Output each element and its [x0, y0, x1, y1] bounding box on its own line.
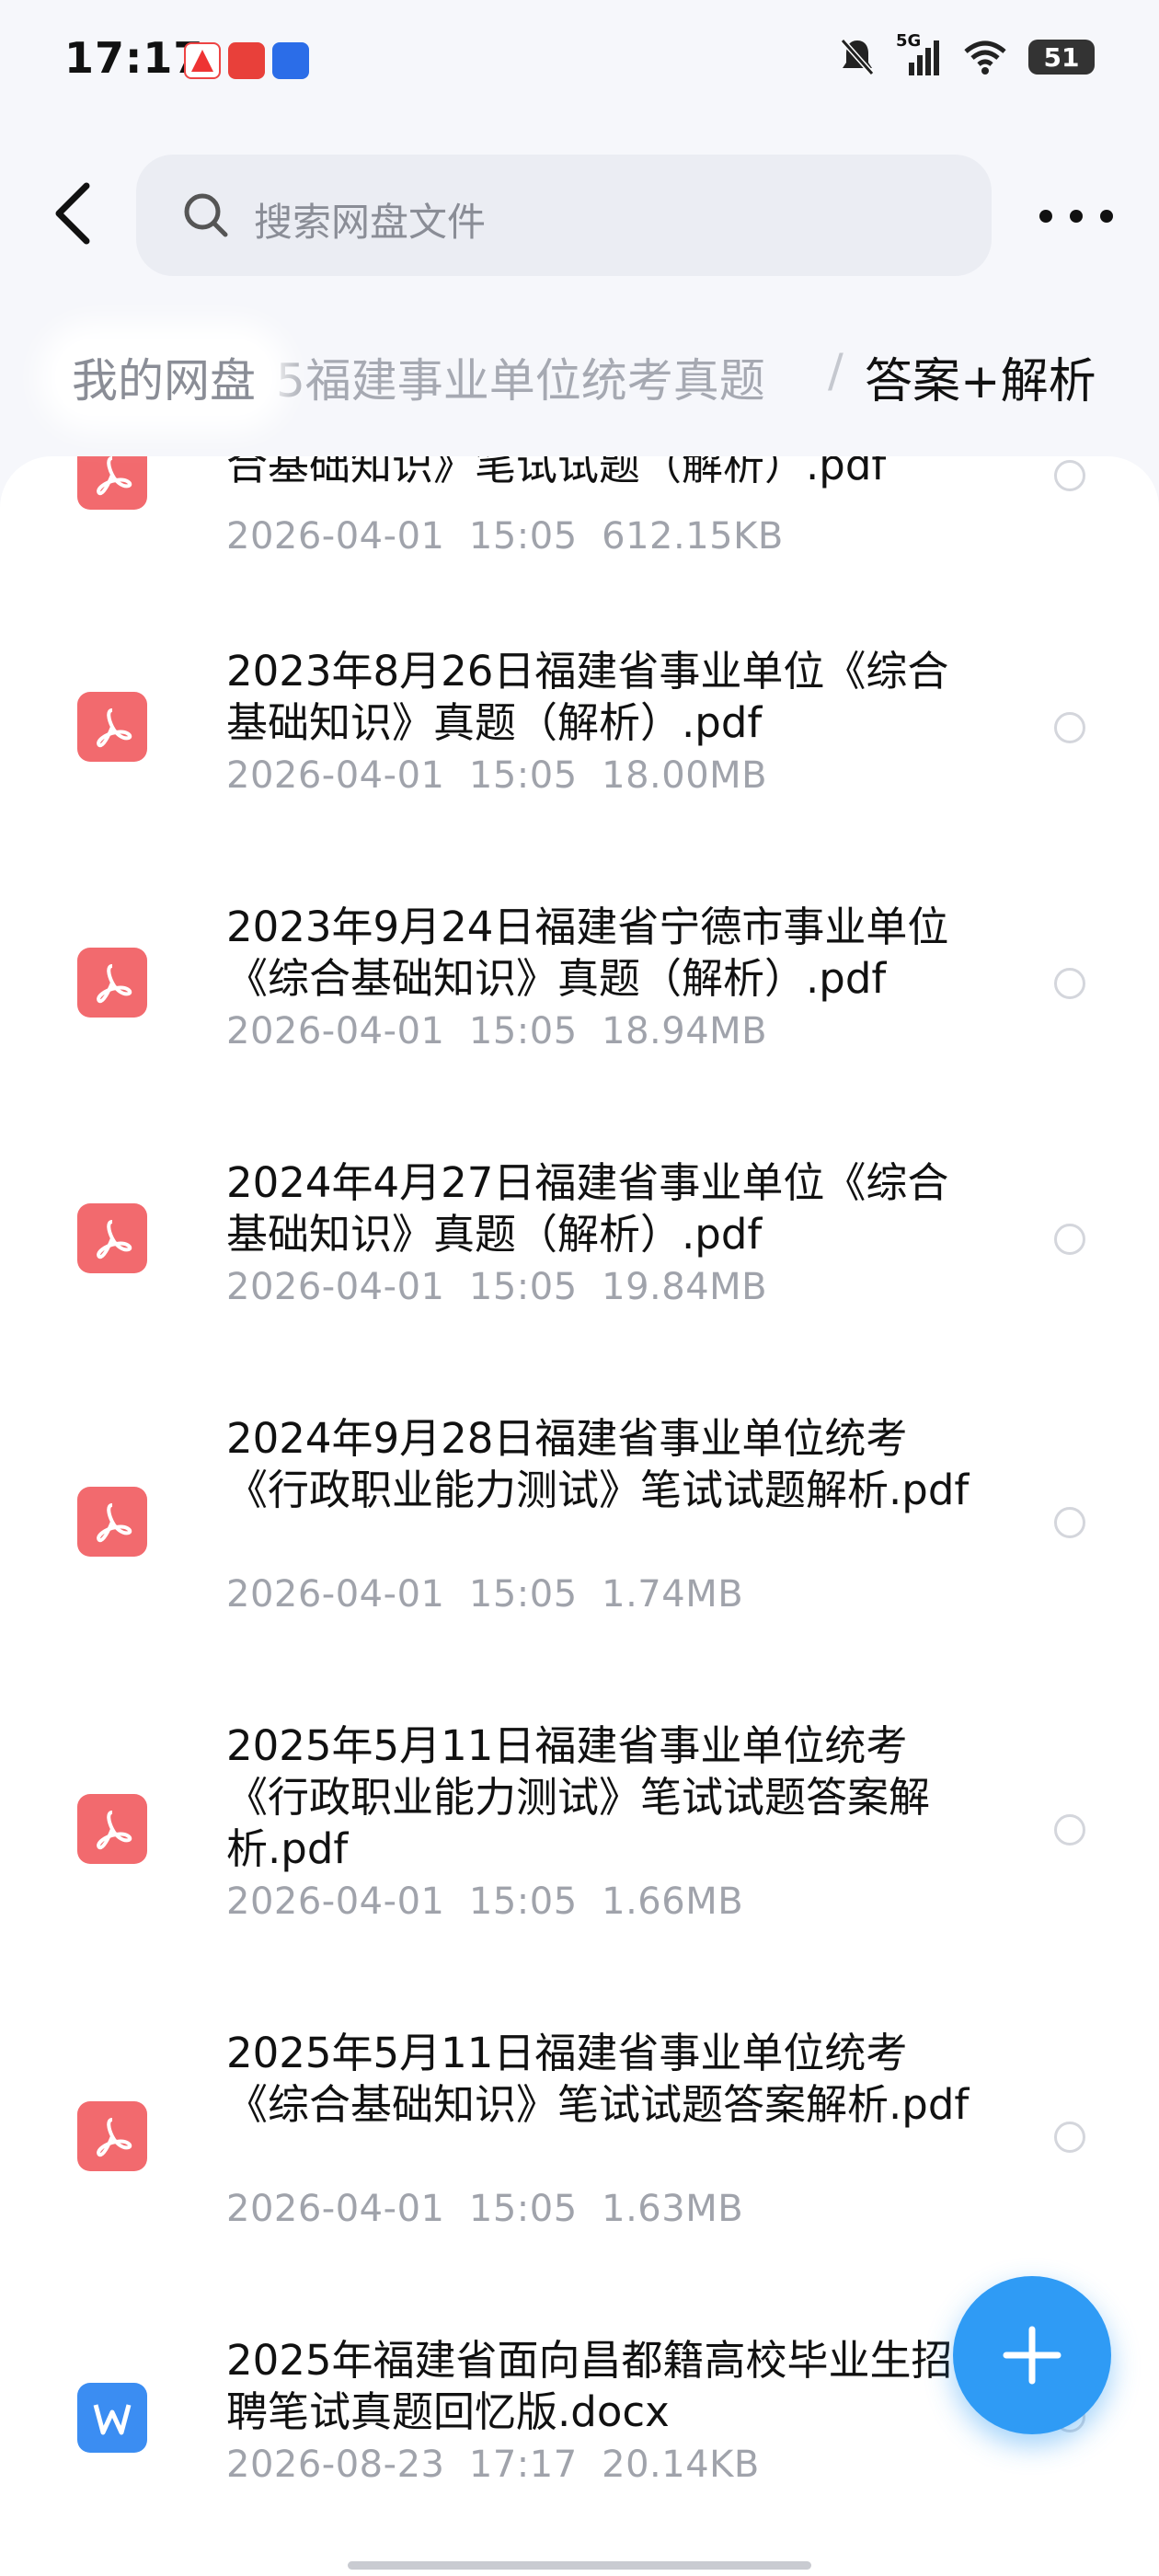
file-time: 15:05	[468, 2188, 578, 2230]
file-meta: 2026-04-01 15:05 1.74MB	[226, 1573, 743, 1616]
file-date: 2026-04-01	[226, 1266, 445, 1308]
file-name: 2024年9月28日福建省事业单位统考《行政职业能力测试》笔试试题解析.pdf	[226, 1414, 970, 1514]
battery-icon: 51	[1028, 40, 1095, 75]
file-meta: 2026-04-01 15:05 612.15KB	[226, 515, 784, 558]
pdf-file-icon	[77, 948, 147, 1018]
more-dot-icon	[1100, 210, 1113, 223]
file-name: 2023年8月26日福建省事业单位《综合基础知识》真题（解析）.pdf	[226, 647, 949, 747]
back-arrow-icon	[55, 182, 90, 245]
select-radio[interactable]	[1054, 1814, 1085, 1846]
file-time: 15:05	[468, 515, 578, 558]
more-options-button[interactable]	[1039, 193, 1113, 239]
file-date: 2026-08-23	[226, 2444, 445, 2486]
more-dot-icon	[1039, 210, 1052, 223]
breadcrumb-current: 答案+解析	[865, 354, 1096, 409]
file-meta: 2026-08-23 17:17 20.14KB	[226, 2444, 760, 2486]
select-radio[interactable]	[1054, 712, 1085, 743]
wifi-icon	[964, 40, 1006, 75]
file-date: 2026-04-01	[226, 2188, 445, 2230]
file-time: 15:05	[468, 754, 578, 797]
file-meta: 2026-04-01 15:05 18.94MB	[226, 1010, 767, 1052]
file-size: 612.15KB	[602, 515, 784, 558]
file-row[interactable]: 2024年9月28日福建省事业单位统考《行政职业能力测试》笔试试题解析.pdf …	[0, 1389, 1159, 1696]
file-row[interactable]: 2023年8月26日福建省事业单位《综合基础知识》真题（解析）.pdf 2026…	[0, 622, 1159, 880]
system-indicators: 5G 51	[839, 31, 1095, 77]
file-size: 18.00MB	[602, 754, 768, 797]
breadcrumb-folder[interactable]: 5福建事业单位统考真题	[276, 344, 765, 410]
file-time: 15:05	[468, 1010, 578, 1052]
signal-icon: 5G	[896, 31, 942, 77]
file-size: 1.74MB	[602, 1573, 744, 1616]
file-size: 20.14KB	[602, 2444, 760, 2486]
file-size: 19.84MB	[602, 1266, 768, 1308]
file-name: 2024年4月27日福建省事业单位《综合基础知识》真题（解析）.pdf	[226, 1158, 949, 1259]
breadcrumb-separator: /	[828, 344, 843, 397]
file-row[interactable]: 2025年5月11日福建省事业单位统考《行政职业能力测试》笔试试题答案解析.pd…	[0, 1696, 1159, 2004]
file-time: 17:17	[468, 2444, 578, 2486]
file-size: 1.63MB	[602, 2188, 744, 2230]
file-date: 2026-04-01	[226, 1010, 445, 1052]
file-meta: 2026-04-01 15:05 1.63MB	[226, 2188, 743, 2230]
pdf-file-icon	[77, 2101, 147, 2171]
more-dot-icon	[1070, 210, 1083, 223]
file-meta: 2026-04-01 15:05 1.66MB	[226, 1880, 743, 1923]
select-radio[interactable]	[1054, 460, 1085, 491]
pdf-file-icon	[77, 1487, 147, 1557]
select-radio[interactable]	[1054, 968, 1085, 999]
notification-icons	[184, 42, 309, 79]
file-meta: 2026-04-01 15:05 19.84MB	[226, 1266, 767, 1308]
blue-app-icon	[272, 42, 309, 79]
home-indicator[interactable]	[348, 2561, 811, 2570]
status-bar: 17:17 5G 51	[0, 0, 1159, 120]
file-meta: 2026-04-01 15:05 18.00MB	[226, 754, 767, 797]
add-button[interactable]	[953, 2276, 1111, 2434]
file-date: 2026-04-01	[226, 515, 445, 558]
breadcrumb: 我的网盘 5福建事业单位统考真题 / 答案+解析	[0, 339, 1159, 423]
search-icon	[184, 193, 228, 237]
file-size: 18.94MB	[602, 1010, 768, 1052]
file-row[interactable]: 2024年4月27日福建省事业单位《综合基础知识》真题（解析）.pdf 2026…	[0, 1133, 1159, 1391]
battery-level: 51	[1043, 41, 1080, 73]
file-name: 2025年5月11日福建省事业单位统考《综合基础知识》笔试试题答案解析.pdf	[226, 2029, 970, 2129]
file-date: 2026-04-01	[226, 1880, 445, 1923]
file-date: 2026-04-01	[226, 1573, 445, 1616]
pdf-file-icon	[77, 692, 147, 762]
red-app-icon	[228, 42, 265, 79]
select-radio[interactable]	[1054, 1507, 1085, 1538]
file-list: 合基础知识》笔试试题（解析）.pdf 2026-04-01 15:05 612.…	[0, 456, 1159, 2576]
file-size: 1.66MB	[602, 1880, 744, 1923]
plus-icon	[1003, 2326, 1061, 2385]
file-time: 15:05	[468, 1880, 578, 1923]
pdf-file-icon	[77, 456, 147, 510]
breadcrumb-root[interactable]: 我的网盘	[55, 339, 272, 416]
file-name: 合基础知识》笔试试题（解析）.pdf	[226, 456, 887, 489]
mute-icon	[840, 39, 875, 75]
file-time: 15:05	[468, 1573, 578, 1616]
word-file-icon	[77, 2383, 147, 2453]
file-row[interactable]: 2025年5月11日福建省事业单位统考《综合基础知识》笔试试题答案解析.pdf …	[0, 2004, 1159, 2311]
file-row[interactable]: 2023年9月24日福建省宁德市事业单位《综合基础知识》真题（解析）.pdf 2…	[0, 878, 1159, 1135]
search-input[interactable]: 搜索网盘文件	[136, 155, 992, 276]
file-name: 2025年5月11日福建省事业单位统考《行政职业能力测试》笔试试题答案解析.pd…	[226, 1721, 931, 1873]
file-date: 2026-04-01	[226, 754, 445, 797]
status-time: 17:17	[64, 33, 204, 83]
pdf-file-icon	[77, 1794, 147, 1864]
file-name: 2025年福建省面向昌都籍高校毕业生招聘笔试真题回忆版.docx	[226, 2336, 953, 2436]
select-radio[interactable]	[1054, 1224, 1085, 1255]
app-badge-icon	[184, 42, 221, 79]
file-time: 15:05	[468, 1266, 578, 1308]
file-name: 2023年9月24日福建省宁德市事业单位《综合基础知识》真题（解析）.pdf	[226, 903, 949, 1003]
back-button[interactable]	[46, 177, 101, 250]
select-radio[interactable]	[1054, 2122, 1085, 2153]
file-row[interactable]: 合基础知识》笔试试题（解析）.pdf 2026-04-01 15:05 612.…	[0, 456, 1159, 640]
pdf-file-icon	[77, 1203, 147, 1273]
search-placeholder: 搜索网盘文件	[254, 200, 487, 245]
